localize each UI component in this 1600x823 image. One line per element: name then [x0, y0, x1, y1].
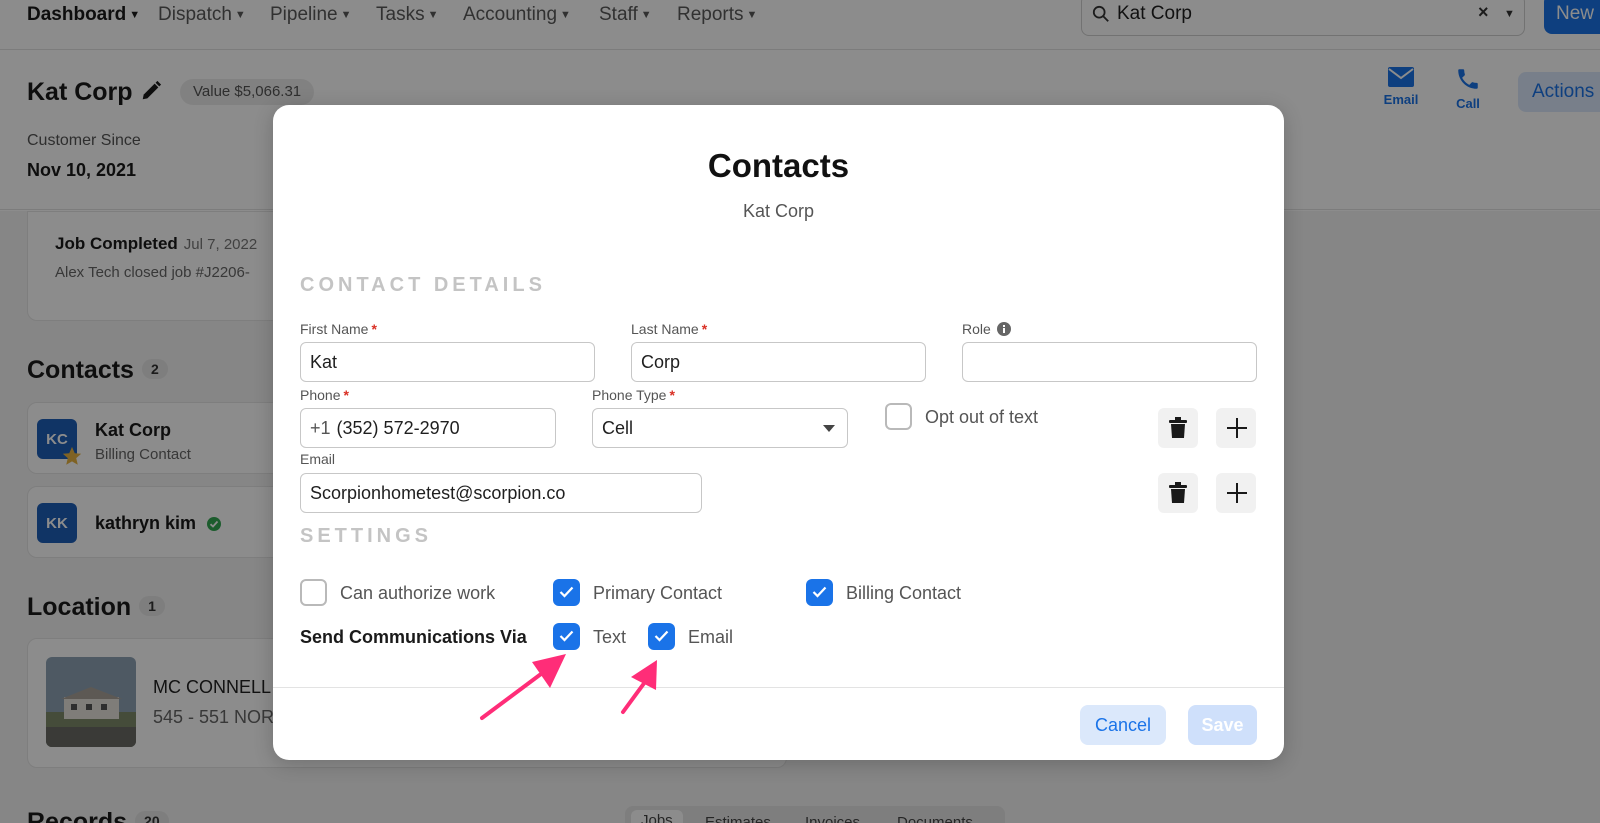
phone-country-prefix: +1	[310, 418, 331, 438]
phone-number: (352) 572-2970	[336, 418, 460, 438]
send-communications-label: Send Communications Via	[300, 627, 527, 647]
contacts-modal: Contacts Kat Corp CONTACT DETAILS First …	[273, 105, 1284, 760]
billing-contact-checkbox[interactable]	[806, 579, 833, 606]
modal-footer-divider	[273, 687, 1284, 688]
modal-subtitle: Kat Corp	[742, 201, 815, 221]
opt-out-label: Opt out of text	[925, 407, 1039, 427]
add-email-button[interactable]	[1216, 473, 1256, 513]
first-name-label: First Name *	[300, 321, 377, 337]
first-name-input[interactable]: Kat	[300, 342, 595, 382]
phone-type-label: Phone Type *	[592, 387, 675, 403]
checkmark-icon	[559, 586, 574, 598]
chevron-down-icon	[823, 425, 835, 432]
contact-details-heading: CONTACT DETAILS	[300, 274, 546, 296]
phone-input[interactable]: +1 (352) 572-2970	[300, 408, 556, 448]
checkmark-icon	[812, 586, 827, 598]
phone-type-value: Cell	[602, 418, 634, 438]
checkmark-icon	[654, 630, 669, 642]
primary-contact-checkbox[interactable]	[553, 579, 580, 606]
email-label: Email	[300, 451, 336, 467]
last-name-label: Last Name *	[631, 321, 707, 337]
primary-contact-label: Primary Contact	[593, 583, 723, 603]
cancel-button[interactable]: Cancel	[1080, 705, 1166, 745]
can-authorize-checkbox[interactable]	[300, 579, 327, 606]
trash-icon	[1169, 417, 1187, 438]
email-communication-checkbox[interactable]	[648, 623, 675, 650]
last-name-label-text: Last Name	[631, 321, 699, 337]
phone-type-select[interactable]: Cell	[592, 408, 848, 448]
required-mark: *	[343, 387, 349, 403]
text-communication-checkbox[interactable]	[553, 623, 580, 650]
role-input[interactable]	[962, 342, 1257, 382]
add-phone-button[interactable]	[1216, 408, 1256, 448]
phone-label: Phone *	[300, 387, 349, 403]
save-button[interactable]: Save	[1188, 705, 1257, 745]
text-communication-label: Text	[593, 627, 627, 647]
plus-icon	[1227, 418, 1247, 438]
info-icon[interactable]	[996, 322, 1011, 336]
role-label: Role	[962, 321, 1011, 337]
billing-contact-label: Billing Contact	[846, 583, 962, 603]
can-authorize-label: Can authorize work	[340, 583, 496, 603]
required-mark: *	[701, 321, 708, 337]
delete-email-button[interactable]	[1158, 473, 1198, 513]
required-mark: *	[371, 321, 377, 337]
opt-out-checkbox[interactable]	[885, 403, 912, 430]
required-mark: *	[669, 387, 675, 403]
checkmark-icon	[559, 630, 574, 642]
phone-type-label-text: Phone Type	[592, 387, 667, 403]
role-label-text: Role	[962, 321, 991, 337]
modal-title: Contacts	[707, 147, 850, 184]
first-name-label-text: First Name	[300, 321, 369, 337]
plus-icon	[1227, 483, 1247, 503]
email-input[interactable]: Scorpionhometest@scorpion.co	[300, 473, 702, 513]
delete-phone-button[interactable]	[1158, 408, 1198, 448]
trash-icon	[1169, 482, 1187, 503]
email-communication-label: Email	[688, 627, 734, 647]
phone-label-text: Phone	[300, 387, 341, 403]
settings-heading: SETTINGS	[300, 525, 433, 547]
last-name-input[interactable]: Corp	[631, 342, 926, 382]
